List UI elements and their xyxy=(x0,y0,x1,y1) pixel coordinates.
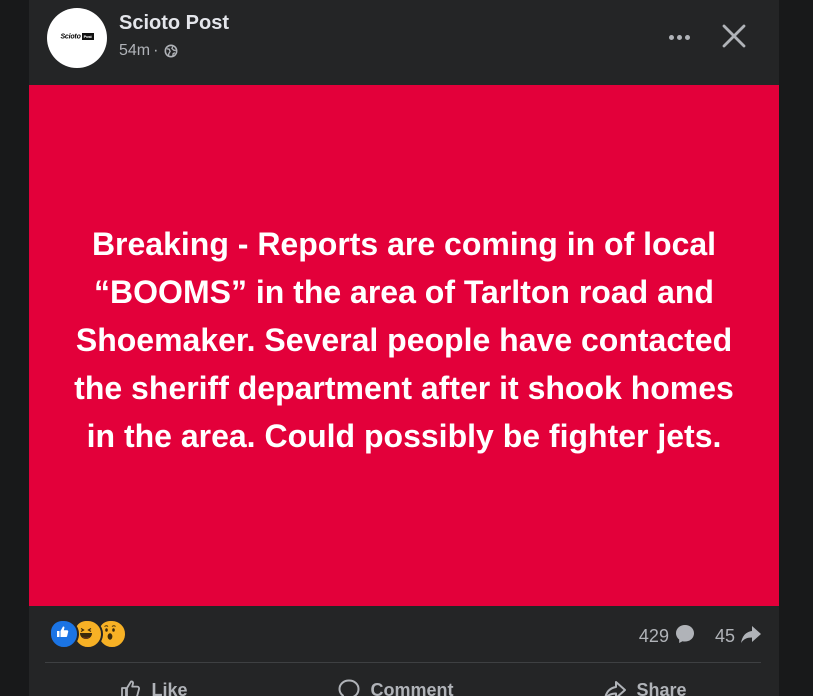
like-label: Like xyxy=(151,679,188,696)
share-button[interactable]: Share xyxy=(602,672,687,696)
page-avatar[interactable]: Scioto Post xyxy=(47,8,107,68)
post-card: Scioto Post Scioto Post 54m · Breaking -… xyxy=(29,0,779,696)
page-name-link[interactable]: Scioto Post xyxy=(119,12,229,35)
post-viewer: Scioto Post Scioto Post 54m · Breaking -… xyxy=(0,0,813,696)
comment-icon xyxy=(336,677,362,696)
reactions-summary[interactable] xyxy=(49,619,127,649)
like-icon xyxy=(119,678,143,696)
post-timestamp[interactable]: 54m xyxy=(119,42,150,60)
globe-icon xyxy=(164,44,178,58)
like-button[interactable]: Like xyxy=(119,672,188,696)
comment-count-icon xyxy=(673,622,697,651)
comments-count-group[interactable]: 429 xyxy=(639,622,697,651)
comment-label: Comment xyxy=(370,679,454,696)
action-bar: Like Comment Share xyxy=(45,672,761,696)
post-meta: 54m · xyxy=(119,42,178,60)
share-label: Share xyxy=(636,679,687,696)
share-icon xyxy=(602,677,628,696)
shares-count: 45 xyxy=(714,626,735,646)
post-header: Scioto Post Scioto Post 54m · xyxy=(29,0,779,84)
comments-count: 429 xyxy=(638,626,669,646)
engagement-counts: 429 45 xyxy=(639,622,763,651)
post-image-banner[interactable]: Breaking - Reports are coming in of loca… xyxy=(29,85,779,606)
close-icon[interactable] xyxy=(719,21,749,51)
share-count-icon xyxy=(739,622,763,651)
comment-button[interactable]: Comment xyxy=(336,672,454,696)
like-reaction-icon xyxy=(49,619,79,649)
banner-text: Breaking - Reports are coming in of loca… xyxy=(74,225,734,454)
avatar-logo: Scioto Post xyxy=(60,33,94,41)
action-divider xyxy=(45,662,761,663)
shares-count-group[interactable]: 45 xyxy=(715,622,763,651)
more-options-icon[interactable] xyxy=(664,22,694,52)
meta-separator: · xyxy=(153,42,159,59)
